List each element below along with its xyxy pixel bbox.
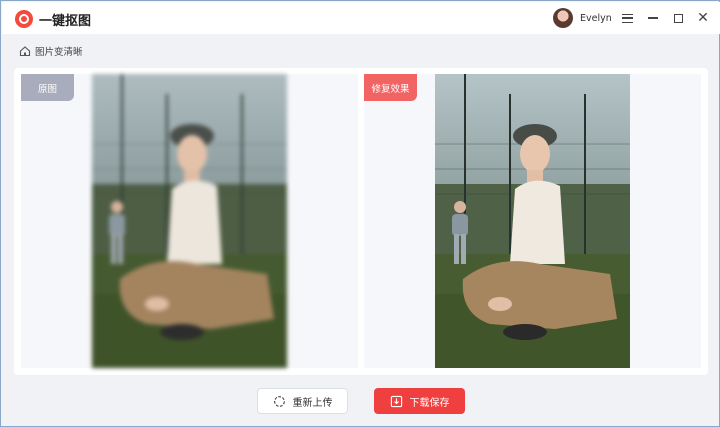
download-button[interactable]: 下载保存	[374, 388, 465, 414]
original-image	[92, 74, 287, 368]
reupload-label: 重新上传	[292, 397, 333, 409]
reupload-button[interactable]: 重新上传	[257, 388, 348, 414]
maximize-icon[interactable]	[668, 8, 688, 28]
breadcrumb[interactable]: 图片变清晰	[19, 44, 83, 58]
result-image	[435, 74, 630, 368]
refresh-icon	[273, 395, 285, 407]
home-icon[interactable]	[19, 45, 31, 57]
app-title: 一键抠图	[39, 14, 92, 29]
original-panel: 原图	[21, 74, 358, 368]
user-avatar[interactable]	[553, 8, 573, 28]
app-window: 一键抠图 Evelyn ✕ 图片变清晰 原图 修复效果 重新上传 下载保存	[0, 0, 720, 427]
download-label: 下载保存	[409, 397, 450, 409]
breadcrumb-label: 图片变清晰	[35, 47, 83, 58]
original-tag: 原图	[21, 74, 74, 101]
download-icon	[390, 395, 402, 407]
title-bar: 一键抠图 Evelyn ✕	[2, 2, 720, 34]
close-icon[interactable]: ✕	[693, 8, 713, 28]
user-name[interactable]: Evelyn	[580, 13, 612, 24]
app-logo-icon	[15, 10, 33, 28]
result-tag: 修复效果	[364, 74, 417, 101]
comparison-card: 原图 修复效果	[14, 68, 708, 375]
menu-icon[interactable]	[617, 8, 637, 28]
result-panel: 修复效果	[364, 74, 701, 368]
minimize-icon[interactable]	[643, 8, 663, 28]
